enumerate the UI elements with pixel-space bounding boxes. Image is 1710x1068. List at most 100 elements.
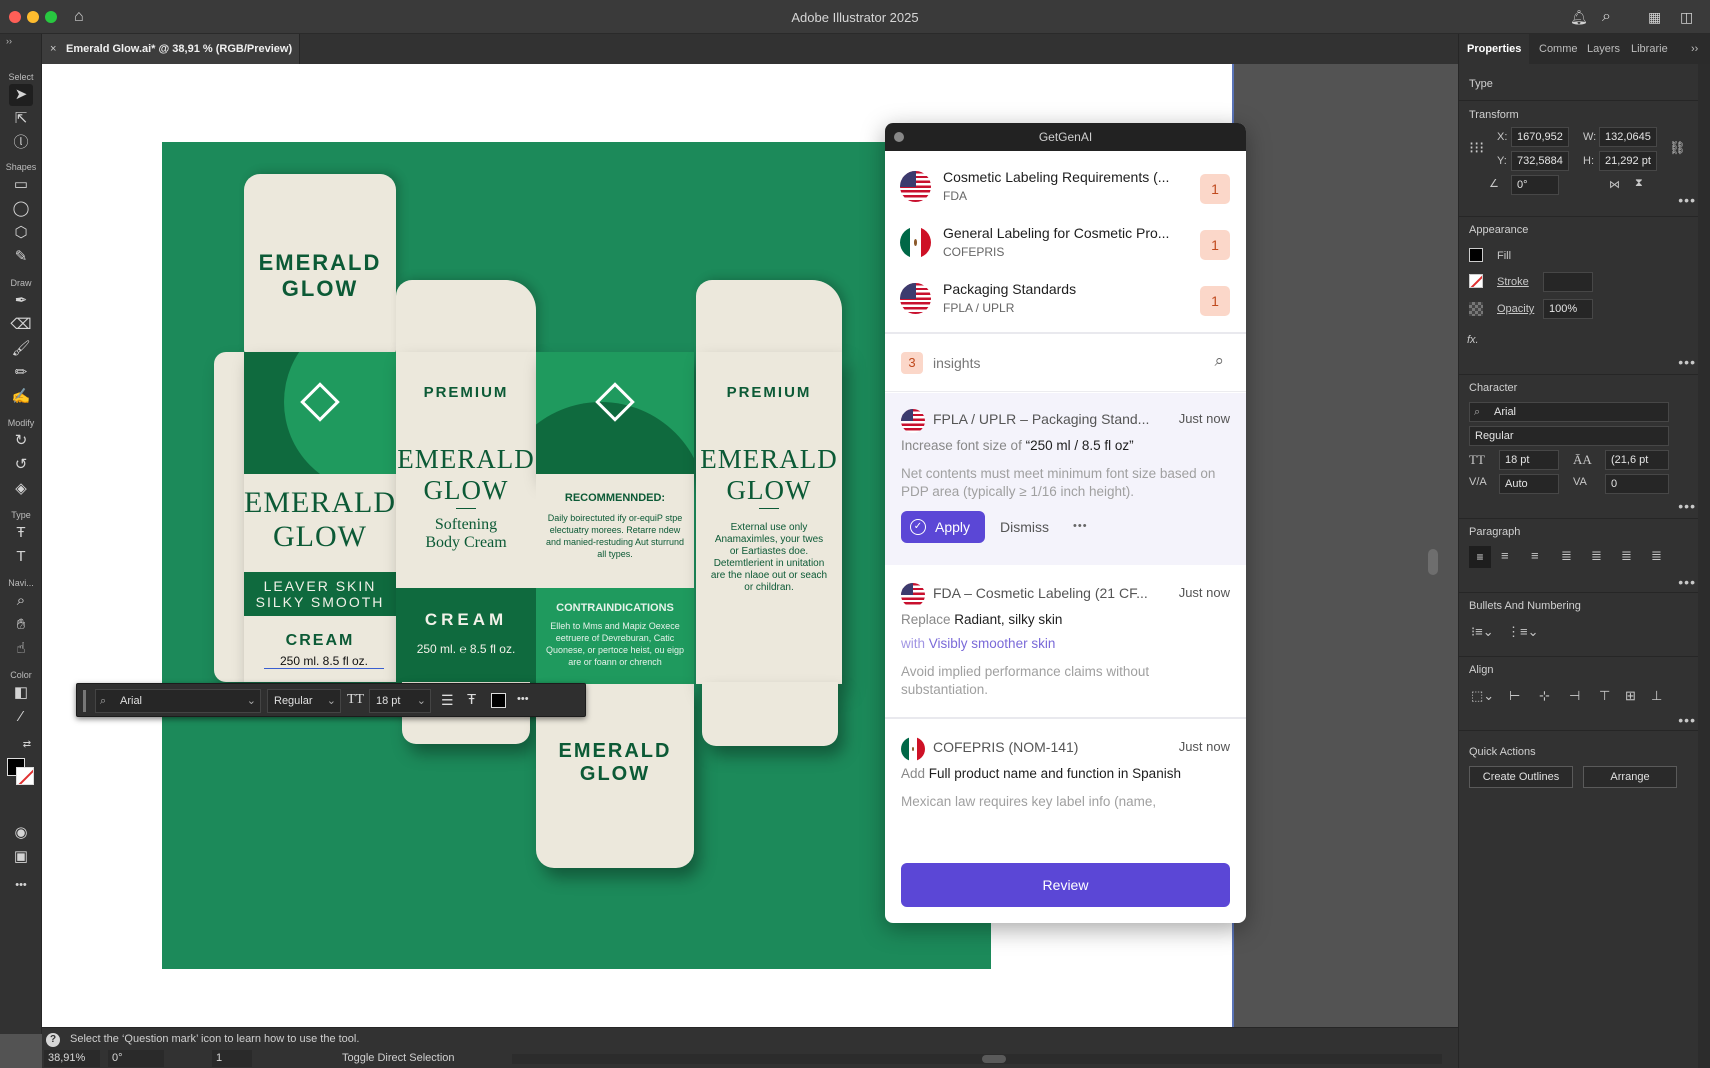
canvas[interactable]: EMERALD GLOW EMERALD GLOW LEAVER SKIN SI… (42, 64, 1441, 1027)
opacity-field[interactable]: 100% (1543, 299, 1593, 319)
search-icon[interactable]: ⌕ (1602, 8, 1611, 26)
rotate-field[interactable]: 0° (1511, 175, 1559, 195)
draw-mode-icon[interactable]: ◉ (9, 822, 33, 844)
regulation-item[interactable]: Cosmetic Labeling Requirements (... FDA … (885, 159, 1246, 215)
rectangle-tool-icon[interactable]: ▭ (9, 174, 33, 196)
align-left-edges-icon[interactable]: ⊢ (1509, 688, 1520, 704)
font-style-field[interactable]: Regular (1469, 426, 1669, 446)
eraser-tool-icon[interactable]: ⌫ (9, 314, 33, 336)
rotation-field[interactable]: 0° (108, 1050, 164, 1067)
justify-right-icon[interactable]: ≣ (1621, 548, 1632, 564)
swap-colors-icon[interactable]: ⇄ (20, 734, 34, 756)
screen-mode-icon[interactable]: ▣ (9, 846, 33, 868)
zoom-field[interactable]: 38,91% (44, 1050, 100, 1067)
reflect-tool-icon[interactable]: ↺ (9, 454, 33, 476)
arrange-button[interactable]: Arrange (1583, 766, 1677, 788)
font-style-field[interactable]: Regular ⌄ (267, 689, 341, 713)
paragraph-icon[interactable]: ☰ (441, 692, 454, 709)
type-tool-icon[interactable]: T (9, 546, 33, 568)
leading-field[interactable]: (21,6 pt (1605, 450, 1669, 470)
document-tab[interactable]: × Emerald Glow.ai* @ 38,91 % (RGB/Previe… (42, 34, 300, 64)
create-outlines-button[interactable]: Create Outlines (1469, 766, 1573, 788)
flip-horizontal-icon[interactable]: ⋈ (1609, 178, 1620, 191)
justify-left-icon[interactable]: ≣ (1561, 548, 1572, 564)
width-field[interactable]: 132,0645 (1599, 127, 1657, 147)
constrain-proportions-icon[interactable]: ⛓︎ (1669, 140, 1686, 156)
color-swatch[interactable] (491, 693, 506, 708)
stroke-swatch[interactable] (16, 767, 34, 785)
direct-selection-tool-icon[interactable]: ⇱ (9, 108, 33, 130)
bullets-icon[interactable]: ⁝≡⌄ (1471, 624, 1494, 640)
polygon-tool-icon[interactable]: ⬡ (9, 222, 33, 244)
drag-handle[interactable] (83, 690, 86, 712)
align-right-icon[interactable]: ≡ (1531, 548, 1539, 563)
zoom-tool-icon[interactable]: ⌕ (9, 590, 33, 612)
more-options-icon[interactable]: ••• (1073, 510, 1088, 542)
stroke-swatch[interactable] (1469, 274, 1483, 288)
regulation-item[interactable]: Packaging Standards FPLA / UPLR 1 (885, 271, 1246, 327)
tab-layers[interactable]: Layers (1587, 34, 1620, 64)
align-center-icon[interactable]: ≡ (1501, 548, 1509, 563)
tab-libraries[interactable]: Librarie (1631, 34, 1668, 64)
justify-center-icon[interactable]: ≣ (1591, 548, 1602, 564)
align-bottom-edges-icon[interactable]: ⊥ (1651, 688, 1662, 704)
print-tiling-tool-icon[interactable]: ☝︎ (9, 638, 33, 660)
more-options-icon[interactable]: ••• (1678, 498, 1696, 514)
align-top-edges-icon[interactable]: ⊤ (1599, 688, 1610, 704)
dismiss-button[interactable]: Dismiss (1000, 511, 1049, 543)
regulation-item[interactable]: General Labeling for Cosmetic Pro... COF… (885, 215, 1246, 271)
review-button[interactable]: Review (901, 863, 1230, 907)
tools-collapse-icon[interactable]: ›› (0, 36, 42, 46)
close-tab-icon[interactable]: × (50, 34, 56, 64)
align-horizontal-center-icon[interactable]: ⊹ (1539, 688, 1550, 704)
status-mode[interactable]: Toggle Direct Selection (342, 1050, 455, 1067)
numbering-icon[interactable]: ⋮≡⌄ (1507, 624, 1538, 640)
net-contents-text[interactable]: 250 ml. 8.5 fl oz. (264, 654, 384, 669)
align-to-icon[interactable]: ⬚⌄ (1471, 688, 1494, 704)
font-size-field[interactable]: 18 pt (1499, 450, 1559, 470)
apply-button[interactable]: ✓ Apply (901, 511, 985, 543)
ellipse-tool-icon[interactable]: ◯ (9, 198, 33, 220)
pencil-tool-icon[interactable]: ✏ (9, 362, 33, 384)
canvas-vertical-scrollbar[interactable] (1425, 64, 1441, 1027)
font-family-field[interactable]: ⌕ Arial ⌄ (95, 689, 261, 713)
more-options-icon[interactable]: ••• (1678, 192, 1696, 208)
panel-expand-icon[interactable]: ›› (1691, 34, 1698, 64)
justify-all-icon[interactable]: ≣ (1651, 548, 1662, 564)
curvature-tool-icon[interactable]: ✍ (9, 386, 33, 408)
bell-icon[interactable]: 🔔︎ (1570, 8, 1588, 26)
pen-tool-icon[interactable]: ✒ (9, 290, 33, 312)
tab-properties[interactable]: Properties (1459, 34, 1530, 64)
more-options-icon[interactable]: ••• (517, 693, 529, 705)
fill-swatch[interactable] (1469, 248, 1483, 262)
brush-tool-icon[interactable]: 🖌︎ (9, 338, 33, 360)
type-on-path-tool-icon[interactable]: Ŧ (9, 522, 33, 544)
page-field[interactable]: 1 (212, 1050, 252, 1067)
hand-tool-icon[interactable]: ✋︎ (9, 614, 33, 636)
search-icon[interactable]: ⌕ (1214, 351, 1224, 371)
align-vertical-center-icon[interactable]: ⊞ (1625, 688, 1636, 704)
font-size-field[interactable]: 18 pt ⌄ (369, 689, 431, 713)
more-tools-icon[interactable]: ••• (9, 874, 33, 896)
panel-close-dot[interactable] (894, 132, 904, 142)
reference-point-icon[interactable]: ⁝⁝⁝ (1469, 138, 1484, 158)
more-options-icon[interactable]: ••• (1678, 712, 1696, 728)
rotate-tool-icon[interactable]: ↻ (9, 430, 33, 452)
kerning-field[interactable]: Auto (1499, 474, 1559, 494)
lasso-tool-icon[interactable]: ⓛ (9, 132, 33, 154)
gradient-tool-icon[interactable]: ◧ (9, 682, 33, 704)
selection-tool-icon[interactable]: ➤ (9, 84, 33, 106)
more-options-icon[interactable]: ••• (1678, 354, 1696, 370)
x-field[interactable]: 1670,952 (1511, 127, 1569, 147)
align-right-edges-icon[interactable]: ⊣ (1569, 688, 1580, 704)
eyedropper-tool-icon[interactable]: ⁄ (9, 706, 33, 728)
packaging-artwork[interactable]: EMERALD GLOW EMERALD GLOW LEAVER SKIN SI… (162, 142, 991, 969)
shape-builder-tool-icon[interactable]: ◈ (9, 478, 33, 500)
more-options-icon[interactable]: ••• (1678, 574, 1696, 590)
height-field[interactable]: 21,292 pt (1599, 151, 1657, 171)
shaper-tool-icon[interactable]: ✎ (9, 246, 33, 268)
text-options-icon[interactable]: Ŧ (467, 691, 476, 708)
horizontal-scrollbar[interactable] (512, 1054, 1442, 1064)
panel-scrollbar[interactable] (1698, 64, 1710, 1068)
stroke-weight-field[interactable] (1543, 272, 1593, 292)
